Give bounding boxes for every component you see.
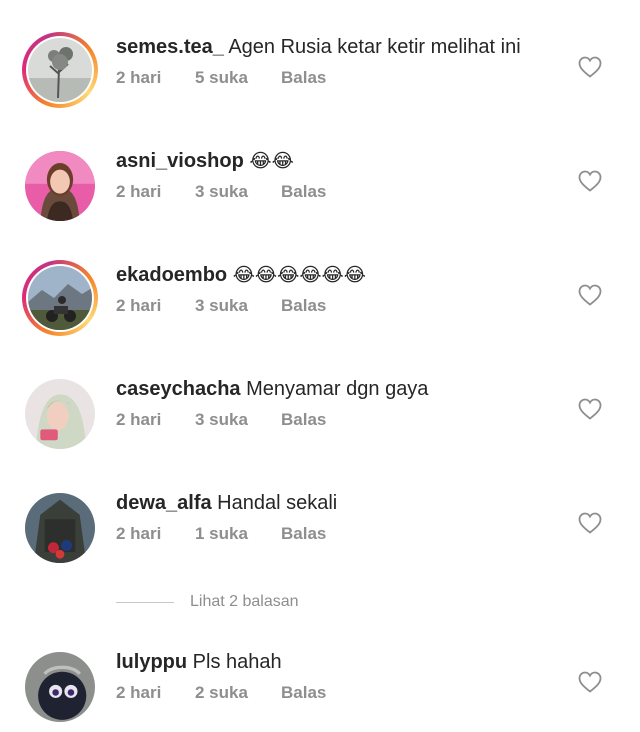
likes-count-link[interactable]: 3 suka — [195, 410, 281, 430]
avatar[interactable] — [22, 649, 98, 725]
comment-text: Menyamar dgn gaya — [246, 378, 429, 400]
comment-meta: 2 hari 1 suka Balas — [116, 524, 326, 544]
username-link[interactable]: asni_vioshop — [116, 150, 244, 172]
reply-button[interactable]: Balas — [281, 68, 326, 88]
heart-icon[interactable] — [578, 56, 602, 78]
comment-line: asni_vioshop 😂😂 — [116, 149, 294, 174]
replies-divider — [116, 601, 174, 603]
avatar-image — [25, 151, 95, 221]
comment-line: caseychacha Menyamar dgn gaya — [116, 377, 428, 401]
comment-meta: 2 hari 3 suka Balas — [116, 182, 326, 202]
heart-icon[interactable] — [578, 284, 602, 306]
reply-button[interactable]: Balas — [281, 683, 326, 703]
comment-line: dewa_alfa Handal sekali — [116, 491, 337, 515]
view-replies-button[interactable]: Lihat 2 balasan — [116, 590, 299, 614]
reply-button[interactable]: Balas — [281, 524, 326, 544]
comment-line: ekadoembo 😂😂😂😂😂😂 — [116, 263, 366, 288]
heart-icon[interactable] — [578, 170, 602, 192]
avatar-image — [25, 379, 95, 449]
avatar[interactable] — [22, 148, 98, 224]
comment-line: semes.tea_ Agen Rusia ketar ketir meliha… — [116, 35, 521, 59]
comment-text: 😂😂😂😂😂😂 — [232, 265, 366, 286]
username-link[interactable]: dewa_alfa — [116, 492, 212, 514]
heart-icon[interactable] — [578, 398, 602, 420]
avatar-image — [25, 493, 95, 563]
reply-button[interactable]: Balas — [281, 182, 326, 202]
heart-icon[interactable] — [578, 671, 602, 693]
comment-item: caseychacha Menyamar dgn gaya 2 hari 3 s… — [0, 342, 640, 449]
comment-item: lulyppu Pls hahah 2 hari 2 suka Balas — [0, 615, 640, 722]
timestamp: 2 hari — [116, 524, 162, 543]
comment-text: 😂😂 — [249, 151, 294, 172]
comment-item: ekadoembo 😂😂😂😂😂😂 2 hari 3 suka Balas — [0, 228, 640, 336]
comment-meta: 2 hari 5 suka Balas — [116, 68, 326, 88]
view-replies-label: Lihat 2 balasan — [190, 593, 299, 610]
likes-count-link[interactable]: 1 suka — [195, 524, 281, 544]
timestamp: 2 hari — [116, 296, 162, 315]
timestamp: 2 hari — [116, 683, 162, 702]
avatar — [28, 38, 92, 102]
comment-item: asni_vioshop 😂😂 2 hari 3 suka Balas — [0, 114, 640, 221]
comment-meta: 2 hari 3 suka Balas — [116, 410, 326, 430]
likes-count-link[interactable]: 3 suka — [195, 182, 281, 202]
heart-icon[interactable] — [578, 512, 602, 534]
comment-meta: 2 hari 3 suka Balas — [116, 296, 326, 316]
comment-text: Pls hahah — [192, 651, 282, 673]
avatar-image — [25, 652, 95, 722]
reply-button[interactable]: Balas — [281, 296, 326, 316]
avatar — [28, 266, 92, 330]
reply-button[interactable]: Balas — [281, 410, 326, 430]
timestamp: 2 hari — [116, 182, 162, 201]
comment-line: lulyppu Pls hahah — [116, 650, 282, 674]
comment-text: Handal sekali — [217, 492, 338, 514]
username-link[interactable]: lulyppu — [116, 651, 187, 673]
avatar[interactable] — [22, 376, 98, 452]
likes-count-link[interactable]: 2 suka — [195, 683, 281, 703]
avatar-story-ring[interactable] — [22, 32, 98, 108]
username-link[interactable]: semes.tea_ — [116, 36, 224, 58]
timestamp: 2 hari — [116, 68, 162, 87]
likes-count-link[interactable]: 3 suka — [195, 296, 281, 316]
timestamp: 2 hari — [116, 410, 162, 429]
avatar-story-ring[interactable] — [22, 260, 98, 336]
comment-meta: 2 hari 2 suka Balas — [116, 683, 326, 703]
comment-text: Agen Rusia ketar ketir melihat ini — [228, 36, 521, 58]
comment-item: dewa_alfa Handal sekali 2 hari 1 suka Ba… — [0, 456, 640, 563]
avatar[interactable] — [22, 490, 98, 566]
likes-count-link[interactable]: 5 suka — [195, 68, 281, 88]
username-link[interactable]: ekadoembo — [116, 264, 227, 286]
username-link[interactable]: caseychacha — [116, 378, 241, 400]
comment-item: semes.tea_ Agen Rusia ketar ketir meliha… — [0, 0, 640, 108]
